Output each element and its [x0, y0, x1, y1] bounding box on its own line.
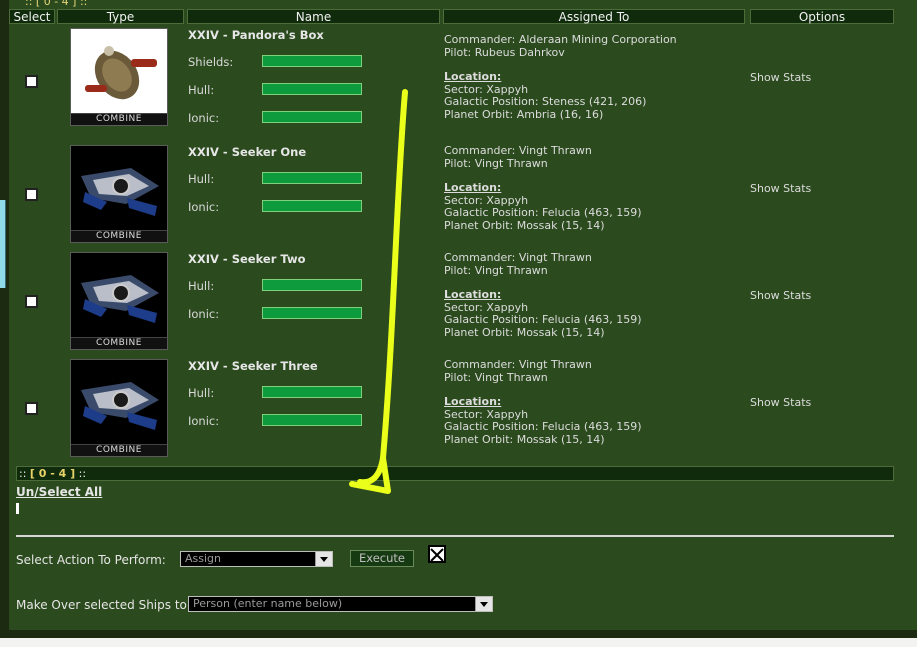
show-stats-link[interactable]: Show Stats [750, 71, 811, 84]
assignment-info: Commander: Vingt Thrawn Pilot: Vingt Thr… [444, 251, 642, 339]
galactic-position: Galactic Position: Felucia (463, 159) [444, 313, 642, 326]
ship-image: COMBINE [70, 145, 168, 243]
close-checkbox-icon[interactable] [428, 545, 446, 563]
interceptor-icon [71, 360, 167, 446]
planet-orbit: Planet Orbit: Ambria (16, 16) [444, 107, 604, 121]
chevron-down-icon[interactable] [315, 552, 332, 566]
ship-image-caption: COMBINE [71, 444, 167, 456]
ship-name: XXIV - Seeker Three [188, 359, 318, 373]
ship-name: XXIV - Seeker Two [188, 252, 306, 266]
stat-label: Ionic: [188, 111, 220, 125]
hull-bar [262, 386, 362, 398]
interceptor-icon [71, 253, 167, 339]
x-mark-icon [430, 548, 444, 562]
pager-suffix: :: [78, 467, 87, 480]
stat-label: Ionic: [188, 414, 220, 428]
hull-bar [262, 172, 362, 184]
location-label: Location: [444, 395, 502, 408]
location-label: Location: [444, 288, 502, 301]
header-select: Select [9, 9, 55, 24]
text-cursor [16, 503, 19, 514]
ship-image-caption: COMBINE [71, 113, 167, 125]
header-assigned-to: Assigned To [443, 9, 745, 24]
stat-label: Hull: [188, 172, 215, 186]
ionic-bar [262, 200, 362, 212]
pilot: Pilot: Rubeus Dahrkov [444, 45, 565, 59]
shields-bar [262, 55, 362, 67]
stat-label: Ionic: [188, 200, 220, 214]
ship-image-caption: COMBINE [71, 230, 167, 242]
slave-ship-icon [71, 29, 167, 115]
makeover-label: Make Over selected Ships to: [16, 598, 191, 612]
show-stats-link[interactable]: Show Stats [750, 289, 811, 302]
bottom-strip [0, 638, 917, 647]
header-type: Type [57, 9, 184, 24]
ship-name: XXIV - Seeker One [188, 145, 307, 159]
planet-orbit: Planet Orbit: Mossak (15, 14) [444, 325, 605, 339]
assignment-info: Commander: Alderaan Mining Corporation P… [444, 33, 677, 121]
ship-row: COMBINE XXIV - Seeker Two Hull: Ionic: C… [16, 251, 894, 356]
planet-orbit: Planet Orbit: Mossak (15, 14) [444, 432, 605, 446]
assignment-info: Commander: Vingt Thrawn Pilot: Vingt Thr… [444, 358, 642, 446]
planet-orbit: Planet Orbit: Mossak (15, 14) [444, 218, 605, 232]
galactic-position: Galactic Position: Felucia (463, 159) [444, 420, 642, 433]
header-name: Name [187, 9, 440, 24]
hull-bar [262, 279, 362, 291]
ionic-bar [262, 414, 362, 426]
stat-label: Shields: [188, 55, 234, 69]
action-select-value: Assign [185, 552, 221, 565]
action-select[interactable]: Assign [180, 551, 333, 567]
show-stats-link[interactable]: Show Stats [750, 182, 811, 195]
execute-button[interactable]: Execute [350, 550, 414, 567]
stat-label: Ionic: [188, 307, 220, 321]
stat-label: Hull: [188, 279, 215, 293]
window-edge [0, 200, 6, 288]
action-label: Select Action To Perform: [16, 553, 166, 567]
unselect-all-link[interactable]: Un/Select All [16, 485, 102, 499]
stat-label: Hull: [188, 83, 215, 97]
makeover-select[interactable]: Person (enter name below) [188, 596, 493, 612]
commander: Commander: Alderaan Mining Corporation [444, 33, 677, 46]
ship-image: COMBINE [70, 252, 168, 350]
ship-image-caption: COMBINE [71, 337, 167, 349]
hull-bar [262, 83, 362, 95]
pager-bar: :: [ 0 - 4 ] :: [16, 466, 894, 481]
location-label: Location: [444, 181, 502, 194]
ship-row: COMBINE XXIV - Seeker Three Hull: Ionic:… [16, 358, 894, 463]
ship-checkbox[interactable] [25, 188, 38, 201]
galactic-position: Galactic Position: Felucia (463, 159) [444, 206, 642, 219]
commander: Commander: Vingt Thrawn [444, 144, 592, 157]
ionic-bar [262, 307, 362, 319]
ionic-bar [262, 111, 362, 123]
top-pager: :: [ 0 - 4 ] :: [25, 0, 88, 8]
ship-image: COMBINE [70, 359, 168, 457]
pilot: Pilot: Vingt Thrawn [444, 370, 548, 384]
chevron-down-icon[interactable] [475, 597, 492, 611]
commander: Commander: Vingt Thrawn [444, 358, 592, 371]
ship-row: COMBINE XXIV - Pandora's Box Shields: Hu… [16, 28, 894, 132]
location-label: Location: [444, 70, 502, 83]
ship-image: COMBINE [70, 28, 168, 126]
pilot: Pilot: Vingt Thrawn [444, 156, 548, 170]
divider [16, 535, 894, 537]
pager-prefix: :: [19, 467, 27, 480]
galactic-position: Galactic Position: Steness (421, 206) [444, 95, 647, 108]
show-stats-link[interactable]: Show Stats [750, 396, 811, 409]
ship-name: XXIV - Pandora's Box [188, 28, 324, 42]
assignment-info: Commander: Vingt Thrawn Pilot: Vingt Thr… [444, 144, 642, 232]
commander: Commander: Vingt Thrawn [444, 251, 592, 264]
pilot: Pilot: Vingt Thrawn [444, 263, 548, 277]
stat-label: Hull: [188, 386, 215, 400]
interceptor-icon [71, 146, 167, 232]
ship-checkbox[interactable] [25, 75, 38, 88]
pager-range-link[interactable]: [ 0 - 4 ] [30, 467, 75, 480]
ship-checkbox[interactable] [25, 402, 38, 415]
ship-row: COMBINE XXIV - Seeker One Hull: Ionic: C… [16, 144, 894, 249]
makeover-select-value: Person (enter name below) [193, 597, 343, 610]
ship-checkbox[interactable] [25, 295, 38, 308]
header-options: Options [750, 9, 894, 24]
